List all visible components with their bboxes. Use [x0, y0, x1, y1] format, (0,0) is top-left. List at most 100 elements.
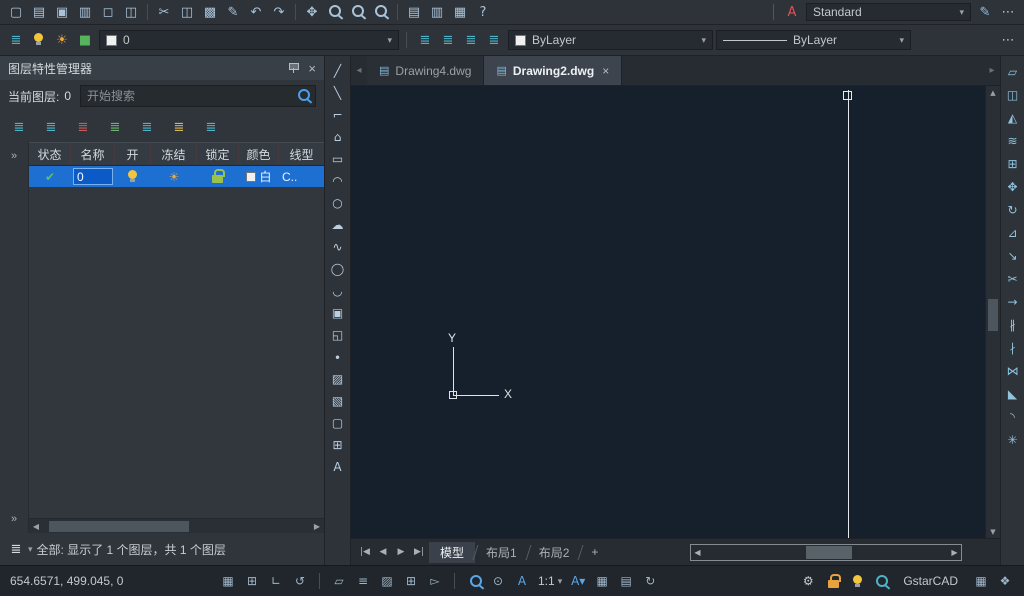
- units-toggle[interactable]: ↻: [641, 572, 659, 590]
- tab-drawing2[interactable]: ▤ Drawing2.dwg ×: [484, 56, 622, 85]
- color-select[interactable]: ByLayer ▾: [508, 30, 713, 50]
- layer-off-button[interactable]: [28, 30, 50, 50]
- tab-drawing4[interactable]: ▤ Drawing4.dwg: [367, 56, 484, 85]
- layer-search-input[interactable]: [80, 85, 316, 107]
- layer-unisolate-button[interactable]: ≣: [483, 30, 505, 50]
- layer-filter-icon[interactable]: ≣: [8, 539, 24, 559]
- new-file-button[interactable]: ▢: [5, 2, 27, 22]
- line-grip[interactable]: [843, 91, 852, 100]
- arc-tool[interactable]: ◠: [327, 171, 349, 190]
- drawn-vertical-line[interactable]: [848, 90, 849, 538]
- quickcalc-button[interactable]: ▦: [449, 2, 471, 22]
- column-header[interactable]: 名称: [71, 143, 115, 165]
- cut-button[interactable]: ✂: [153, 2, 175, 22]
- scroll-left-icon[interactable]: ◀: [29, 522, 43, 531]
- zoom-window-button[interactable]: [347, 2, 369, 22]
- prev-layout-button[interactable]: ◀: [375, 544, 391, 560]
- column-header[interactable]: 锁定: [197, 143, 239, 165]
- polar-toggle[interactable]: ↺: [291, 572, 309, 590]
- trim-tool[interactable]: ✂: [1003, 269, 1023, 288]
- scrollbar-thumb[interactable]: [988, 299, 998, 331]
- text-style-select[interactable]: Standard ▾: [806, 3, 971, 21]
- column-header[interactable]: 开: [115, 143, 151, 165]
- layer-states-button[interactable]: ≣: [437, 30, 459, 50]
- horizontal-scrollbar[interactable]: ◀ ▶: [690, 544, 962, 561]
- drawing-canvas[interactable]: Y X ▲ ▼: [351, 86, 1000, 538]
- magnifier-button[interactable]: [871, 572, 889, 590]
- theme-button[interactable]: [847, 572, 865, 590]
- chevron-down-icon[interactable]: ▾: [387, 35, 392, 46]
- transparency-toggle[interactable]: ▨: [378, 572, 396, 590]
- break-at-point-tool[interactable]: ∦: [1003, 315, 1023, 334]
- annotation-visibility-toggle[interactable]: A: [513, 572, 531, 590]
- create-block-tool[interactable]: ◱: [327, 325, 349, 344]
- graphics-toggle[interactable]: ▤: [617, 572, 635, 590]
- tab-model[interactable]: 模型: [429, 542, 475, 563]
- polygon-tool[interactable]: ⌂: [327, 127, 349, 146]
- properties-options-button[interactable]: ⋯: [997, 30, 1019, 50]
- chevron-down-icon[interactable]: ▾: [28, 544, 33, 555]
- style-pencil-button[interactable]: ✎: [974, 2, 996, 22]
- tab-layout1[interactable]: 布局1: [475, 542, 528, 563]
- sheet-set-manager-button[interactable]: ▤: [403, 2, 425, 22]
- layer-isolate-button[interactable]: ≣: [460, 30, 482, 50]
- scroll-left-icon[interactable]: ◀: [691, 548, 704, 557]
- erase-tool[interactable]: ▱: [1003, 62, 1023, 81]
- scroll-up-icon[interactable]: ▲: [990, 86, 995, 99]
- redo-button[interactable]: ↷: [268, 2, 290, 22]
- open-file-button[interactable]: ▤: [28, 2, 50, 22]
- ellipse-tool[interactable]: ◯: [327, 259, 349, 278]
- collapse-panel-icon-bottom[interactable]: »: [11, 513, 17, 525]
- touch-mode-button[interactable]: ▦: [972, 572, 990, 590]
- hatch-tool[interactable]: ▨: [327, 369, 349, 388]
- tab-close-icon[interactable]: ×: [602, 64, 609, 78]
- undo-button[interactable]: ↶: [245, 2, 267, 22]
- tab-layout2[interactable]: 布局2: [528, 542, 581, 563]
- chamfer-tool[interactable]: ◣: [1003, 384, 1023, 403]
- save-button[interactable]: ▣: [51, 2, 73, 22]
- scrollbar-thumb[interactable]: [806, 546, 852, 559]
- break-tool[interactable]: ∤: [1003, 338, 1023, 357]
- explode-tool[interactable]: ✳: [1003, 430, 1023, 449]
- ui-lock-button[interactable]: [823, 572, 841, 590]
- scroll-right-icon[interactable]: ▶: [310, 522, 324, 531]
- construction-line-tool[interactable]: ╲: [327, 83, 349, 102]
- fillet-tool[interactable]: ◝: [1003, 407, 1023, 426]
- layer-unlock-icon[interactable]: [207, 167, 229, 187]
- osnap-toggle[interactable]: [465, 572, 483, 590]
- gradient-tool[interactable]: ▧: [327, 391, 349, 410]
- lineweight-toggle[interactable]: ≡: [354, 572, 372, 590]
- pin-icon[interactable]: [288, 63, 298, 73]
- layer-select[interactable]: 0 ▾: [99, 30, 399, 50]
- layer-freeze-button[interactable]: ☀: [51, 30, 73, 50]
- paste-button[interactable]: ▩: [199, 2, 221, 22]
- scroll-right-icon[interactable]: ▶: [948, 548, 961, 557]
- point-tool[interactable]: ∙: [327, 347, 349, 366]
- circle-tool[interactable]: ○: [327, 193, 349, 212]
- settings-button[interactable]: ⚙: [799, 572, 817, 590]
- pan-button[interactable]: ✥: [301, 2, 323, 22]
- layer-color-swatch[interactable]: [246, 172, 256, 182]
- layer-previous-button[interactable]: ≣: [414, 30, 436, 50]
- polyline-tool[interactable]: ⌐: [327, 105, 349, 124]
- copy-tool[interactable]: ◫: [1003, 85, 1023, 104]
- help-button[interactable]: ?: [472, 2, 494, 22]
- plot-preview-button[interactable]: ◻: [97, 2, 119, 22]
- column-header[interactable]: 状态: [29, 143, 71, 165]
- match-properties-button[interactable]: ✎: [222, 2, 244, 22]
- scrollbar-track[interactable]: [43, 519, 310, 533]
- zoom-previous-button[interactable]: [370, 2, 392, 22]
- region-tool[interactable]: ▢: [327, 413, 349, 432]
- move-tool[interactable]: ✥: [1003, 177, 1023, 196]
- stretch-tool[interactable]: ↘: [1003, 246, 1023, 265]
- last-layout-button[interactable]: ▶|: [411, 544, 427, 560]
- grid-toggle[interactable]: ▦: [219, 572, 237, 590]
- ellipse-arc-tool[interactable]: ◡: [327, 281, 349, 300]
- scrollbar-track[interactable]: [986, 99, 1000, 525]
- layer-linetype[interactable]: C..: [282, 170, 297, 184]
- mtext-tool[interactable]: A: [327, 457, 349, 476]
- chevron-down-icon[interactable]: ▾: [558, 576, 563, 587]
- close-panel-button[interactable]: ×: [308, 61, 316, 76]
- linetype-select[interactable]: ByLayer ▾: [716, 30, 911, 50]
- array-tool[interactable]: ⊞: [1003, 154, 1023, 173]
